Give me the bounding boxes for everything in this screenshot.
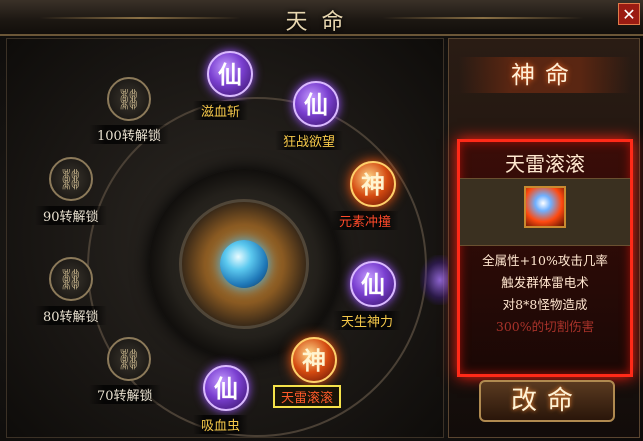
- skill-label: 吸血虫: [193, 415, 249, 434]
- lock-label: 100转解锁: [89, 125, 169, 144]
- lock-label: 90转解锁: [35, 206, 107, 225]
- blue-orb-icon: [220, 240, 268, 288]
- shen-skill-node-selected[interactable]: 神: [291, 337, 337, 383]
- xian-skill-node[interactable]: 仙: [203, 365, 249, 411]
- skill-desc-line: 对8*8怪物造成: [502, 297, 588, 312]
- skill-label: 天生神力: [333, 311, 402, 330]
- tianming-window: 天命 ✕ ⛓ 100转解锁 ⛓ 90转解锁 ⛓ 80转解锁 ⛓ 70转解锁 仙 …: [0, 0, 643, 441]
- skill-detail-card: 天雷滚滚 全属性+10%攻击几率 触发群体雷电术 对8*8怪物造成 300%的切…: [457, 139, 633, 377]
- selected-skill-label: 天雷滚滚: [273, 385, 342, 408]
- title-bar: 天命 ✕: [0, 0, 643, 36]
- xian-skill-node[interactable]: 仙: [350, 261, 396, 307]
- change-destiny-button[interactable]: 改命: [479, 380, 615, 422]
- thunder-skill-icon: [524, 186, 566, 228]
- lock-icon[interactable]: ⛓: [107, 77, 151, 121]
- skill-desc-line: 300%的切割伤害: [495, 319, 595, 334]
- lock-label: 80转解锁: [35, 306, 107, 325]
- skill-title: 天雷滚滚: [505, 152, 585, 176]
- skill-label: 元素冲撞: [331, 211, 400, 230]
- xian-skill-node[interactable]: 仙: [207, 51, 253, 97]
- shen-skill-node[interactable]: 神: [350, 161, 396, 207]
- skill-desc-line: 全属性+10%攻击几率: [482, 253, 608, 268]
- lock-icon[interactable]: ⛓: [49, 257, 93, 301]
- destiny-side-panel: 神命 天雷滚滚 全属性+10%攻击几率 触发群体雷电术 对8*8怪物造成 300…: [448, 38, 640, 438]
- lock-label: 70转解锁: [89, 385, 161, 404]
- lock-icon[interactable]: ⛓: [107, 337, 151, 381]
- skill-desc-line: 触发群体雷电术: [501, 275, 589, 290]
- lock-icon[interactable]: ⛓: [49, 157, 93, 201]
- xian-skill-node[interactable]: 仙: [293, 81, 339, 127]
- panel-header: 神命: [459, 57, 631, 93]
- close-button[interactable]: ✕: [618, 3, 640, 25]
- skill-label: 狂战欲望: [275, 131, 344, 150]
- skill-label: 滋血斩: [193, 101, 249, 120]
- destiny-wheel-area: ⛓ 100转解锁 ⛓ 90转解锁 ⛓ 80转解锁 ⛓ 70转解锁 仙 滋血斩 仙…: [6, 38, 444, 438]
- window-title: 天命: [285, 10, 358, 35]
